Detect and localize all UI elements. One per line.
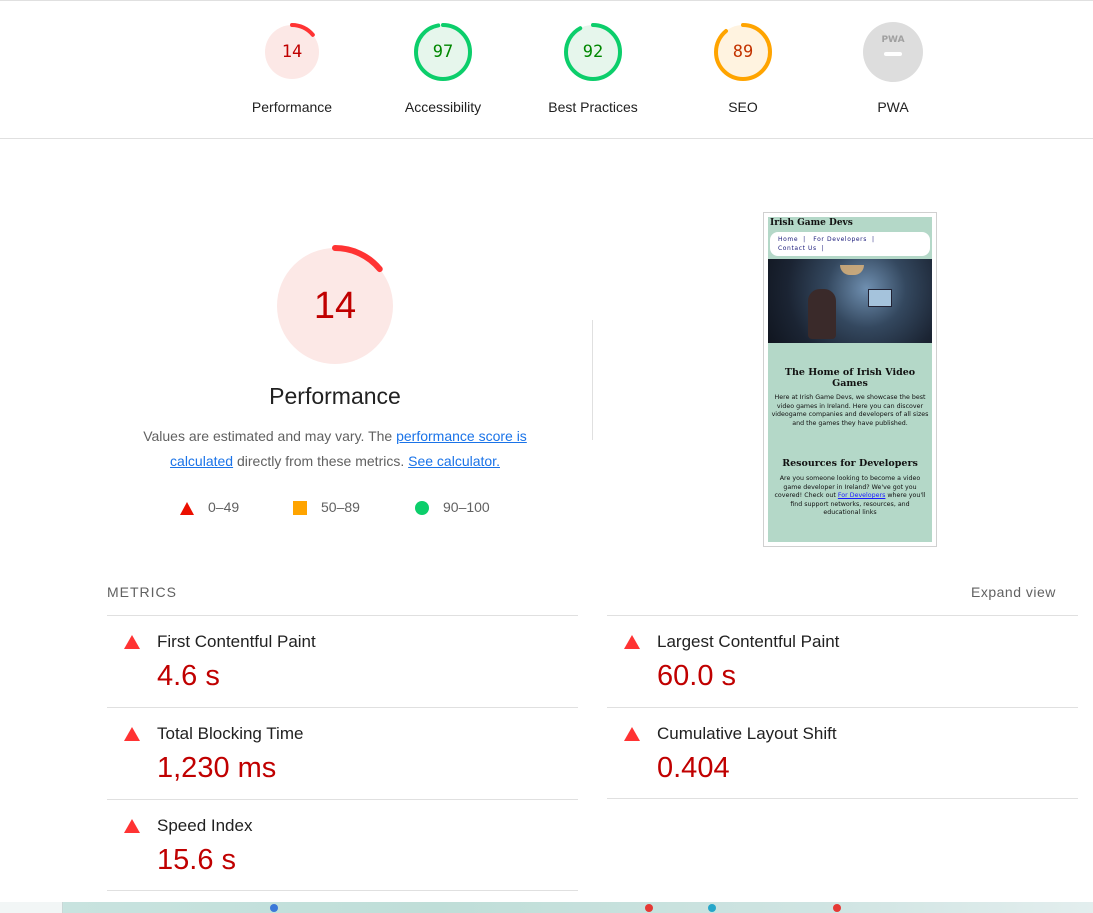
divider [107, 890, 578, 891]
desc-text: Values are estimated and may vary. The [143, 428, 397, 444]
fail-triangle-icon [624, 635, 640, 649]
metric-value: 15.6 s [157, 844, 236, 876]
site-paragraph: Are you someone looking to become a vide… [771, 475, 929, 518]
site-heading: Resources for Developers [782, 458, 918, 469]
gauge-score: 14 [314, 285, 356, 327]
taskbar [0, 902, 1093, 913]
legend-average: 50–89 [293, 499, 360, 516]
gauge-score: 92 [583, 42, 603, 62]
divider [592, 320, 593, 440]
gauge-accessibility[interactable]: 97 Accessibility [368, 21, 518, 115]
gauge-label: Accessibility [404, 99, 482, 115]
legend-fail: 0–49 [180, 499, 239, 515]
gauge-ring: 97 [414, 23, 472, 81]
nav-home: Home [778, 236, 799, 243]
metric-title: Largest Contentful Paint [657, 632, 840, 651]
gauge-seo[interactable]: 89 SEO [668, 21, 818, 115]
pwa-badge-icon: PWA [863, 22, 923, 82]
see-calculator-link[interactable]: See calculator. [408, 453, 500, 469]
site-link: For Developers [837, 492, 886, 499]
fail-triangle-icon [124, 819, 140, 833]
metric-cumulative-layout-shift[interactable]: Cumulative Layout Shift 0.404 [607, 707, 1078, 799]
legend-range: 50–89 [321, 499, 360, 515]
gauge-label: PWA [877, 99, 909, 115]
final-screenshot[interactable]: Irish Game Devs Home | For Developers | … [763, 212, 937, 547]
gauge-ring: 89 [714, 23, 772, 81]
legend-range: 0–49 [208, 499, 240, 515]
site-brand: Irish Game Devs [770, 218, 853, 228]
gauge-score: 14 [282, 42, 302, 62]
metrics-header: METRICS [107, 584, 177, 600]
gauge-label: Best Practices [548, 99, 638, 115]
fail-triangle-icon [624, 727, 640, 741]
metric-title: First Contentful Paint [157, 632, 316, 651]
gauge-label: Performance [251, 99, 333, 115]
gauge-ring: 92 [564, 23, 622, 81]
metric-first-contentful-paint[interactable]: First Contentful Paint 4.6 s [107, 615, 578, 707]
taskbar-app-icon[interactable] [708, 904, 716, 912]
site-heading: The Home of Irish Video Games [784, 367, 916, 389]
gauge-performance[interactable]: 14 Performance [217, 21, 367, 115]
metric-speed-index[interactable]: Speed Index 15.6 s [107, 799, 578, 891]
average-square-icon [293, 501, 307, 516]
pass-circle-icon [415, 501, 429, 516]
metric-total-blocking-time[interactable]: Total Blocking Time 1,230 ms [107, 707, 578, 799]
screenshot-page: Irish Game Devs Home | For Developers | … [768, 217, 932, 542]
nav-for-developers: For Developers [813, 236, 867, 243]
metric-title: Speed Index [157, 816, 253, 835]
expand-view-button[interactable]: Expand view [971, 584, 1056, 600]
taskbar-app-icon[interactable] [645, 904, 653, 912]
metric-value: 60.0 s [657, 660, 736, 692]
metric-title: Cumulative Layout Shift [657, 724, 837, 743]
gauge-score: 89 [733, 42, 753, 62]
fail-triangle-icon [124, 727, 140, 741]
taskbar-app-icon[interactable] [270, 904, 278, 912]
legend-pass: 90–100 [415, 499, 490, 516]
performance-description: Values are estimated and may vary. The p… [115, 424, 555, 474]
gauge-best-practices[interactable]: 92 Best Practices [518, 21, 668, 115]
svg-text:PWA: PWA [881, 35, 904, 45]
desc-text: directly from these metrics. [233, 453, 409, 469]
metric-value: 4.6 s [157, 660, 220, 692]
legend-range: 90–100 [443, 499, 490, 515]
performance-title: Performance [269, 383, 401, 409]
gauge-label: SEO [728, 99, 758, 115]
metric-largest-contentful-paint[interactable]: Largest Contentful Paint 60.0 s [607, 615, 1078, 707]
category-summary: 14 Performance 97 Accessibility 92 Best … [0, 0, 1093, 139]
taskbar-start[interactable] [0, 902, 63, 913]
site-paragraph: Here at Irish Game Devs, we showcase the… [771, 394, 929, 427]
gauge-score: 97 [433, 42, 453, 62]
gauge-ring: 14 [263, 23, 321, 81]
nav-contact-us: Contact Us [778, 245, 817, 252]
metric-value: 1,230 ms [157, 752, 277, 784]
fail-triangle-icon [124, 635, 140, 649]
metric-value: 0.404 [657, 752, 730, 784]
metric-title: Total Blocking Time [157, 724, 304, 743]
fail-triangle-icon [180, 501, 194, 515]
gauge-pwa[interactable]: PWA PWA [818, 21, 968, 115]
site-nav: Home | For Developers | Contact Us | [770, 232, 930, 256]
divider [607, 798, 1078, 799]
hero-image [768, 259, 932, 343]
taskbar-app-icon[interactable] [833, 904, 841, 912]
performance-gauge: 14 [274, 245, 396, 367]
